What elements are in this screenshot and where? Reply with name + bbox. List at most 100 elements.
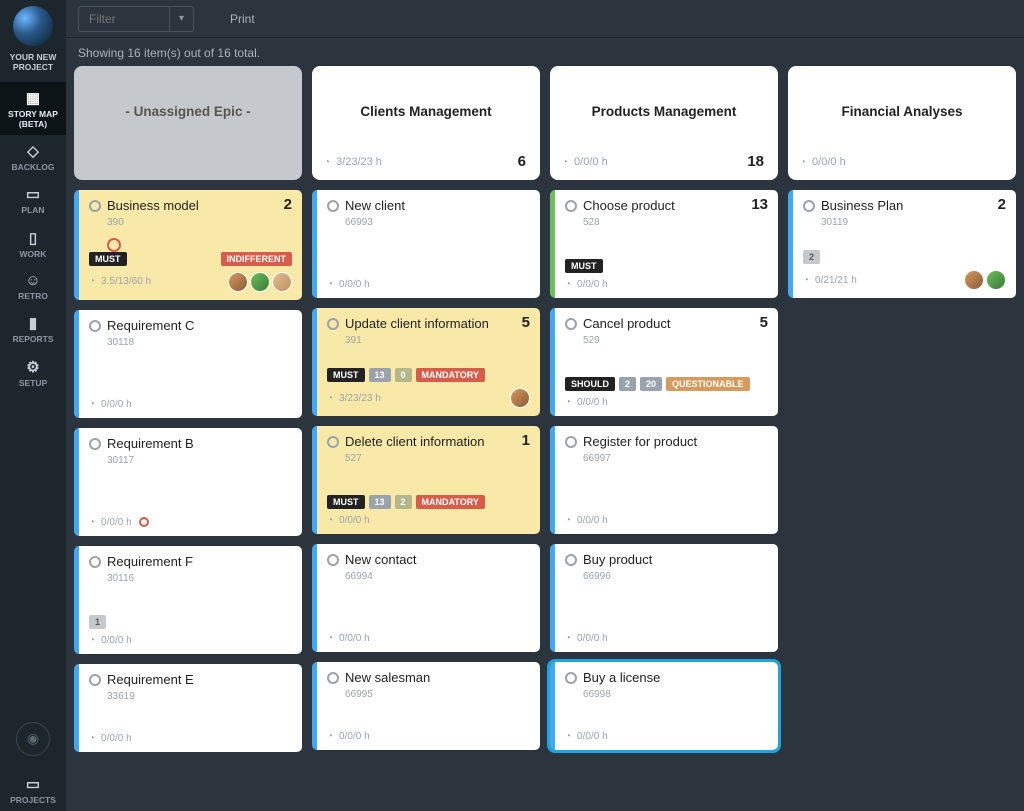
ring-icon [107, 238, 121, 252]
card-id: 66995 [345, 689, 530, 700]
clock-icon: ◔ [803, 275, 809, 286]
card-id: 529 [583, 335, 768, 346]
clock-icon: ◔ [89, 276, 95, 287]
status-dot-icon[interactable] [89, 438, 101, 450]
story-card[interactable]: Register for product 66997 ◔0/0/0 h [550, 426, 778, 534]
project-logo[interactable] [13, 6, 53, 46]
story-card[interactable]: Buy product 66996 ◔0/0/0 h [550, 544, 778, 652]
card-time: ◔0/0/0 h [327, 633, 370, 644]
story-card[interactable]: New client 66993 ◔0/0/0 h [312, 190, 540, 298]
clock-icon: ◔ [565, 279, 571, 290]
nav-icon: ▮ [29, 314, 37, 332]
nav-setup[interactable]: ⚙SETUP [0, 351, 66, 394]
card-id: 66997 [583, 453, 768, 464]
filter-input[interactable] [79, 12, 169, 26]
status-dot-icon[interactable] [565, 200, 577, 212]
nav-work[interactable]: ▯WORK [0, 222, 66, 265]
chevron-down-icon: ▾ [179, 13, 184, 24]
avatar[interactable] [510, 388, 530, 408]
card-id: 30118 [107, 337, 292, 348]
clock-icon: ◔ [327, 731, 333, 742]
nav-icon: ☺ [25, 272, 40, 289]
story-card[interactable]: Buy a license 66998 ◔0/0/0 h [550, 662, 778, 750]
card-title: Requirement F [107, 554, 292, 571]
avatar[interactable] [964, 270, 984, 290]
card-id: 66996 [583, 571, 768, 582]
bottom-circle-icon[interactable]: ◉ [16, 722, 50, 756]
card-title: Choose product [583, 198, 768, 215]
nav-label: BACKLOG [12, 163, 55, 172]
story-card[interactable]: New contact 66994 ◔0/0/0 h [312, 544, 540, 652]
story-card[interactable]: Update client information 5 391 MUST130M… [312, 308, 540, 416]
card-title: Buy product [583, 552, 768, 569]
tag: INDIFFERENT [221, 252, 293, 266]
status-dot-icon[interactable] [89, 556, 101, 568]
card-points: 1 [522, 432, 530, 449]
card-points: 2 [284, 196, 292, 213]
avatar[interactable] [228, 272, 248, 292]
status-dot-icon[interactable] [327, 554, 339, 566]
nav-label: RETRO [18, 292, 48, 301]
status-dot-icon[interactable] [89, 674, 101, 686]
filter-dropdown[interactable]: ▾ [169, 7, 193, 31]
filter-box: ▾ [78, 6, 194, 32]
status-dot-icon[interactable] [327, 436, 339, 448]
nav-label: SETUP [19, 379, 47, 388]
status-dot-icon[interactable] [803, 200, 815, 212]
story-card[interactable]: Business Plan 2 30119 2 ◔0/21/21 h [788, 190, 1016, 298]
epic-header[interactable]: Financial Analyses◔0/0/0 h [788, 66, 1016, 180]
story-card[interactable]: Requirement B 30117 ◔0/0/0 h [74, 428, 302, 536]
status-dot-icon[interactable] [327, 672, 339, 684]
story-card[interactable]: Choose product 13 528 MUST ◔0/0/0 h [550, 190, 778, 298]
card-id: 66993 [345, 217, 530, 228]
epic-time: ◔3/23/23 h [324, 156, 382, 168]
tags-row: MUST132MANDATORY [327, 495, 530, 509]
epic-header[interactable]: - Unassigned Epic - [74, 66, 302, 180]
tag: MUST [89, 252, 127, 266]
story-card[interactable]: New salesman 66995 ◔0/0/0 h [312, 662, 540, 750]
clock-icon: ◔ [327, 515, 333, 526]
card-id: 33619 [107, 691, 292, 702]
card-id: 66998 [583, 689, 768, 700]
status-dot-icon[interactable] [89, 200, 101, 212]
story-card[interactable]: Requirement F 30116 1 ◔0/0/0 h [74, 546, 302, 654]
clock-icon: ◔ [800, 157, 806, 168]
status-dot-icon[interactable] [327, 318, 339, 330]
epic-count: 18 [747, 153, 764, 170]
status-dot-icon[interactable] [565, 318, 577, 330]
status-dot-icon[interactable] [565, 436, 577, 448]
card-time: ◔0/0/0 h [565, 731, 608, 742]
avatar[interactable] [272, 272, 292, 292]
avatars [964, 270, 1006, 290]
print-button[interactable]: Print [230, 12, 255, 26]
story-card[interactable]: Business model 2 390 MUSTINDIFFERENT ◔3.… [74, 190, 302, 300]
tag: MANDATORY [416, 368, 485, 382]
card-points: 13 [751, 196, 768, 213]
nav-backlog[interactable]: ◇BACKLOG [0, 135, 66, 178]
epic-header[interactable]: Products Management◔0/0/0 h18 [550, 66, 778, 180]
status-dot-icon[interactable] [565, 554, 577, 566]
card-points: 5 [522, 314, 530, 331]
clock-icon: ◔ [562, 157, 568, 168]
card-id: 66994 [345, 571, 530, 582]
story-card[interactable]: Requirement C 30118 ◔0/0/0 h [74, 310, 302, 418]
nav-plan[interactable]: ▭PLAN [0, 178, 66, 221]
nav-reports[interactable]: ▮REPORTS [0, 307, 66, 350]
tag: 20 [640, 377, 662, 391]
main-area: ▾ Print Showing 16 item(s) out of 16 tot… [66, 0, 1024, 811]
nav-retro[interactable]: ☺ RETRO [0, 265, 66, 307]
nav-story-map-beta-[interactable]: ▦STORY MAP (BETA) [0, 82, 66, 135]
status-dot-icon[interactable] [565, 672, 577, 684]
nav-projects[interactable]: ▭ PROJECTS [0, 768, 66, 811]
card-id: 30119 [821, 217, 1006, 228]
epic-header[interactable]: Clients Management◔3/23/23 h6 [312, 66, 540, 180]
avatar[interactable] [986, 270, 1006, 290]
avatars [228, 272, 292, 292]
story-card[interactable]: Delete client information 1 527 MUST132M… [312, 426, 540, 534]
story-card[interactable]: Cancel product 5 529 SHOULD220QUESTIONAB… [550, 308, 778, 416]
avatar[interactable] [250, 272, 270, 292]
story-card[interactable]: Requirement E 33619 ◔0/0/0 h [74, 664, 302, 752]
tag: 13 [369, 368, 391, 382]
status-dot-icon[interactable] [89, 320, 101, 332]
status-dot-icon[interactable] [327, 200, 339, 212]
